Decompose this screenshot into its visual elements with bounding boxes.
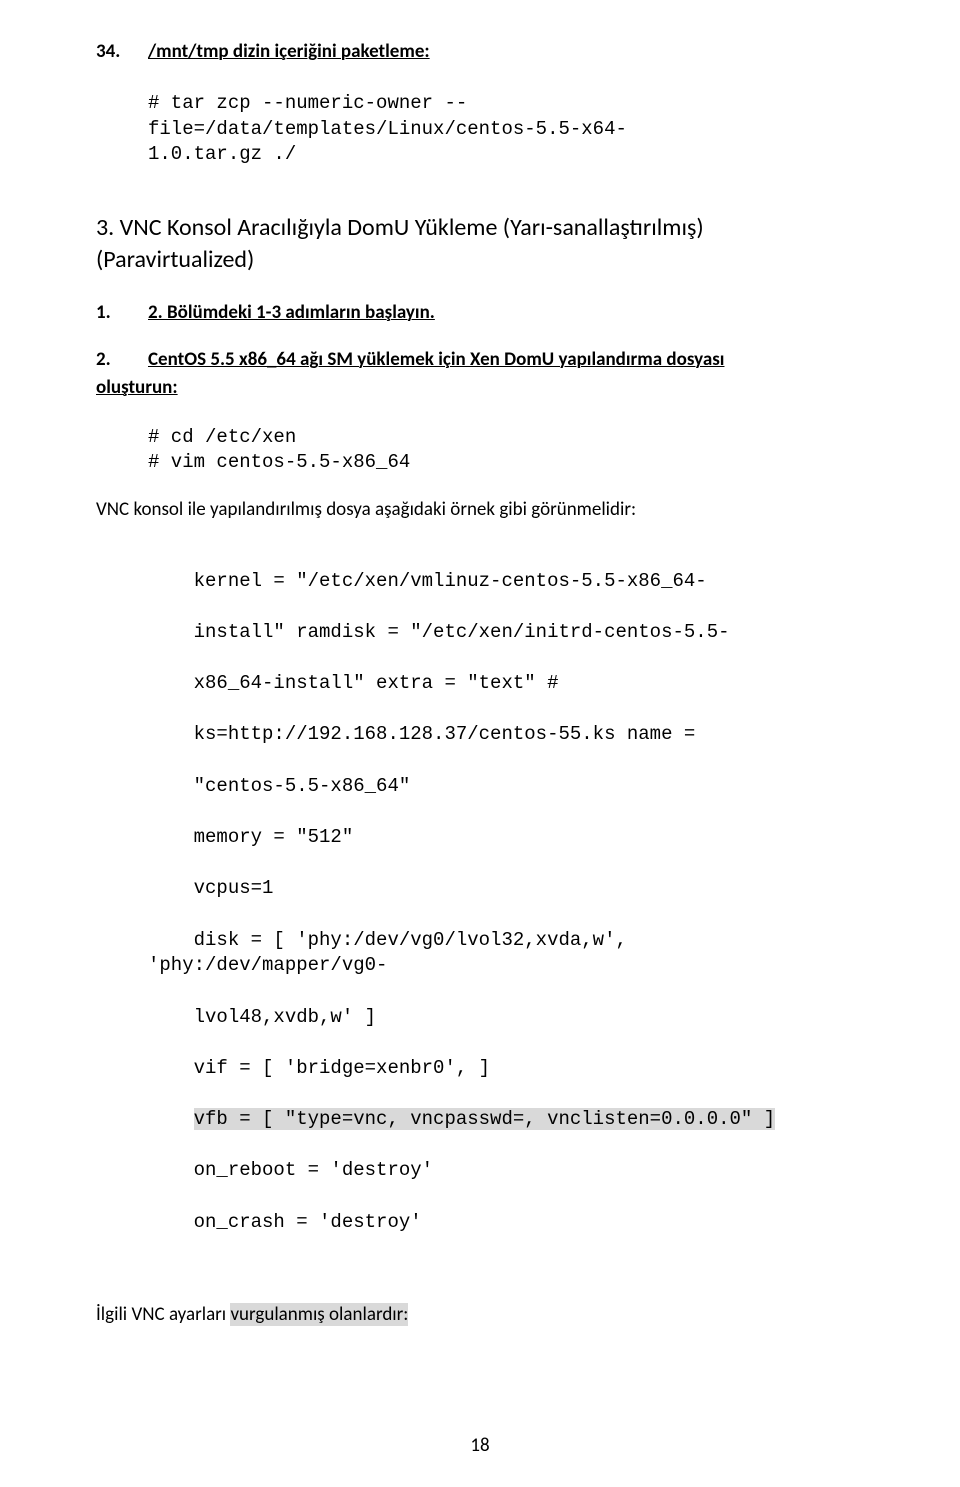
code-line: lvol48,xvdb,w' ]: [194, 1006, 376, 1028]
step-text: 2. Bölümdeki 1-3 adımların başlayın.: [148, 301, 435, 324]
code-line: ks=http://192.168.128.37/centos-55.ks na…: [194, 723, 696, 745]
code-line: memory = "512": [194, 826, 354, 848]
step-text-line-b: oluşturun:: [96, 376, 178, 399]
code-line: on_crash = 'destroy': [194, 1211, 422, 1233]
code-block-3: kernel = "/etc/xen/vmlinuz-centos-5.5-x8…: [148, 543, 864, 1261]
final-text-a: İlgili VNC ayarları: [96, 1303, 230, 1326]
section-heading-3: 3. VNC Konsol Aracılığıyla DomU Yükleme …: [96, 212, 864, 277]
document-page: 34. /mnt/tmp dizin içeriğini paketleme: …: [0, 0, 960, 1487]
list-item-34: 34. /mnt/tmp dizin içeriğini paketleme:: [96, 40, 864, 63]
step-number: 2.: [96, 346, 148, 375]
code-line: vif = [ 'bridge=xenbr0', ]: [194, 1057, 490, 1079]
paragraph: VNC konsol ile yapılandırılmış dosya aşa…: [96, 498, 864, 521]
code-block-1: # tar zcp --numeric-owner -- file=/data/…: [148, 91, 864, 168]
code-line: "centos-5.5-x86_64": [194, 775, 411, 797]
code-line: disk = [ 'phy:/dev/vg0/lvol32,xvda,w', '…: [148, 929, 638, 977]
step-1: 1. 2. Bölümdeki 1-3 adımların başlayın.: [96, 301, 864, 324]
list-number: 34.: [96, 40, 148, 63]
code-line-highlighted: vfb = [ "type=vnc, vncpasswd=, vnclisten…: [194, 1108, 776, 1130]
code-block-2: # cd /etc/xen # vim centos-5.5-x86_64: [148, 425, 864, 476]
list-title: /mnt/tmp dizin içeriğini paketleme:: [148, 40, 430, 63]
page-number: 18: [0, 1434, 960, 1457]
code-line: on_reboot = 'destroy': [194, 1159, 433, 1181]
paragraph-final: İlgili VNC ayarları vurgulanmış olanlard…: [96, 1303, 864, 1326]
step-text-line-a: CentOS 5.5 x86_64 ağı SM yüklemek için X…: [148, 348, 724, 371]
final-highlighted: vurgulanmış olanlardır:: [230, 1303, 408, 1326]
code-line: x86_64-install" extra = "text" #: [194, 672, 559, 694]
step-number: 1.: [96, 301, 148, 324]
code-line: install" ramdisk = "/etc/xen/initrd-cent…: [194, 621, 730, 643]
code-line: kernel = "/etc/xen/vmlinuz-centos-5.5-x8…: [194, 570, 707, 592]
code-line: vcpus=1: [194, 877, 274, 899]
step-2-wrapper: 2.CentOS 5.5 x86_64 ağı SM yüklemek için…: [96, 346, 864, 403]
